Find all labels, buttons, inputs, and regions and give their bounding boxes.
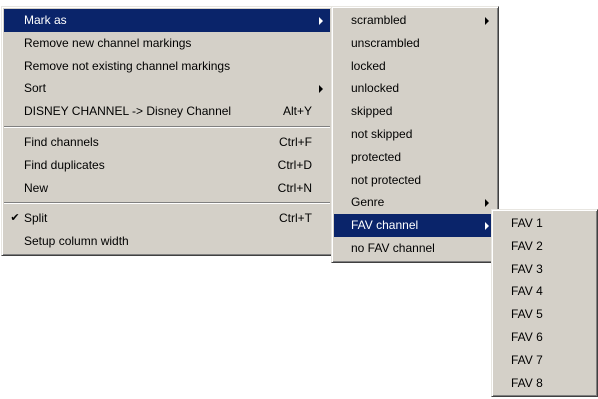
menu-item-shortcut: Alt+Y bbox=[282, 104, 312, 119]
menu-item-label: not protected bbox=[351, 172, 422, 187]
fav-item-2[interactable]: FAV 2 bbox=[494, 235, 595, 258]
submenu-item-fav-channel[interactable]: FAV channel bbox=[334, 214, 496, 237]
menu-item-label: Mark as bbox=[24, 13, 67, 27]
checkmark-icon: ✔ bbox=[10, 211, 20, 225]
menu-item-shortcut: Ctrl+D bbox=[277, 157, 312, 172]
submenu-arrow-icon bbox=[485, 17, 489, 25]
menu-item-label: unscrambled bbox=[351, 35, 420, 50]
menu-item-label: scrambled bbox=[351, 13, 407, 27]
menu-item-label: New bbox=[24, 180, 49, 195]
menu-item-label: FAV 4 bbox=[511, 284, 543, 299]
menu-item-sort[interactable]: Sort bbox=[4, 77, 330, 100]
submenu-item-no-fav-channel[interactable]: no FAV channel bbox=[334, 237, 496, 260]
menu-separator bbox=[4, 123, 330, 131]
menu-item-new[interactable]: New Ctrl+N bbox=[4, 177, 330, 200]
menu-separator bbox=[4, 199, 330, 207]
menu-item-mark-as[interactable]: Mark as bbox=[4, 9, 330, 32]
menu-item-find-duplicates[interactable]: Find duplicates Ctrl+D bbox=[4, 154, 330, 177]
menu-item-label: Find channels bbox=[24, 134, 99, 149]
menu-item-label: FAV 1 bbox=[511, 216, 543, 230]
mark-as-submenu: scrambled unscrambled locked unlocked sk… bbox=[331, 6, 499, 263]
menu-item-label: skipped bbox=[351, 104, 393, 119]
fav-item-1[interactable]: FAV 1 bbox=[494, 212, 595, 235]
fav-item-4[interactable]: FAV 4 bbox=[494, 280, 595, 303]
menu-item-label: protected bbox=[351, 149, 402, 164]
menu-item-label: Split bbox=[24, 211, 48, 226]
menu-item-label: not skipped bbox=[351, 126, 413, 141]
menu-item-shortcut: Ctrl+T bbox=[279, 211, 312, 226]
context-menu: Mark as Remove new channel markings Remo… bbox=[1, 6, 333, 256]
menu-item-label: FAV 2 bbox=[511, 238, 543, 253]
menu-item-label: FAV channel bbox=[351, 218, 419, 233]
menu-item-label: Genre bbox=[351, 195, 385, 210]
submenu-arrow-icon bbox=[319, 17, 323, 25]
menu-item-label: unlocked bbox=[351, 81, 400, 96]
menu-item-label: FAV 5 bbox=[511, 307, 543, 322]
submenu-item-scrambled[interactable]: scrambled bbox=[334, 9, 496, 32]
submenu-item-not-skipped[interactable]: not skipped bbox=[334, 123, 496, 146]
menu-item-remove-not-existing-channel-markings[interactable]: Remove not existing channel markings bbox=[4, 55, 330, 78]
menu-item-split[interactable]: ✔ Split Ctrl+T bbox=[4, 207, 330, 230]
submenu-arrow-icon bbox=[485, 222, 489, 231]
fav-item-6[interactable]: FAV 6 bbox=[494, 326, 595, 349]
menu-item-label: Remove new channel markings bbox=[24, 35, 192, 50]
menu-item-setup-column-width[interactable]: Setup column width bbox=[4, 230, 330, 253]
menu-item-remove-new-channel-markings[interactable]: Remove new channel markings bbox=[4, 32, 330, 55]
menu-item-disney-channel-rename[interactable]: DISNEY CHANNEL -> Disney Channel Alt+Y bbox=[4, 100, 330, 123]
menu-item-shortcut: Ctrl+N bbox=[277, 180, 312, 195]
menu-item-label: FAV 3 bbox=[511, 261, 543, 276]
fav-item-8[interactable]: FAV 8 bbox=[494, 372, 595, 395]
submenu-arrow-icon bbox=[319, 85, 323, 94]
menu-item-label: locked bbox=[351, 58, 386, 73]
submenu-item-locked[interactable]: locked bbox=[334, 55, 496, 78]
menu-item-label: FAV 6 bbox=[511, 329, 543, 344]
submenu-item-protected[interactable]: protected bbox=[334, 146, 496, 169]
menu-item-label: no FAV channel bbox=[351, 240, 435, 255]
menu-item-find-channels[interactable]: Find channels Ctrl+F bbox=[4, 131, 330, 154]
menu-item-label: Sort bbox=[24, 81, 47, 96]
submenu-item-genre[interactable]: Genre bbox=[334, 191, 496, 214]
menu-item-label: FAV 8 bbox=[511, 375, 543, 390]
menu-item-label: Setup column width bbox=[24, 234, 129, 249]
submenu-item-unlocked[interactable]: unlocked bbox=[334, 77, 496, 100]
fav-item-5[interactable]: FAV 5 bbox=[494, 303, 595, 326]
menu-item-shortcut: Ctrl+F bbox=[279, 134, 312, 149]
fav-channel-submenu: FAV 1 FAV 2 FAV 3 FAV 4 FAV 5 FAV 6 FAV … bbox=[491, 209, 598, 398]
submenu-item-unscrambled[interactable]: unscrambled bbox=[334, 32, 496, 55]
menu-item-label: DISNEY CHANNEL -> Disney Channel bbox=[24, 104, 232, 119]
menu-item-label: FAV 7 bbox=[511, 352, 543, 367]
menu-item-label: Find duplicates bbox=[24, 157, 105, 172]
menu-item-label: Remove not existing channel markings bbox=[24, 58, 231, 73]
fav-item-3[interactable]: FAV 3 bbox=[494, 258, 595, 281]
fav-item-7[interactable]: FAV 7 bbox=[494, 349, 595, 372]
submenu-item-not-protected[interactable]: not protected bbox=[334, 169, 496, 192]
submenu-arrow-icon bbox=[485, 199, 489, 208]
submenu-item-skipped[interactable]: skipped bbox=[334, 100, 496, 123]
